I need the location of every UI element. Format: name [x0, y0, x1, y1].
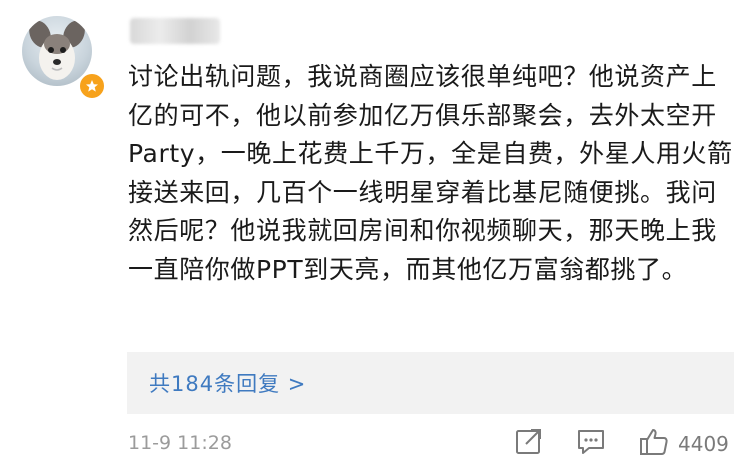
replies-panel: 共184条回复 >: [127, 352, 734, 414]
thumbs-up-icon: [640, 429, 668, 455]
username-blurred[interactable]: [130, 18, 220, 44]
like-button[interactable]: [638, 426, 670, 458]
share-button[interactable]: [514, 426, 544, 456]
user-avatar-container[interactable]: [18, 12, 106, 100]
comment-text: 讨论出轨问题，我说商圈应该很单纯吧？他说资产上亿的可不，他以前参加亿万俱乐部聚会…: [128, 62, 733, 284]
verified-badge-icon: [78, 72, 106, 100]
comment-icon: [578, 430, 604, 454]
like-count: 4409: [678, 432, 729, 456]
comment-button[interactable]: [576, 426, 606, 456]
share-icon: [516, 429, 541, 454]
view-replies-link[interactable]: 共184条回复 >: [149, 368, 306, 398]
comment-timestamp: 11-9 11:28: [128, 432, 232, 454]
